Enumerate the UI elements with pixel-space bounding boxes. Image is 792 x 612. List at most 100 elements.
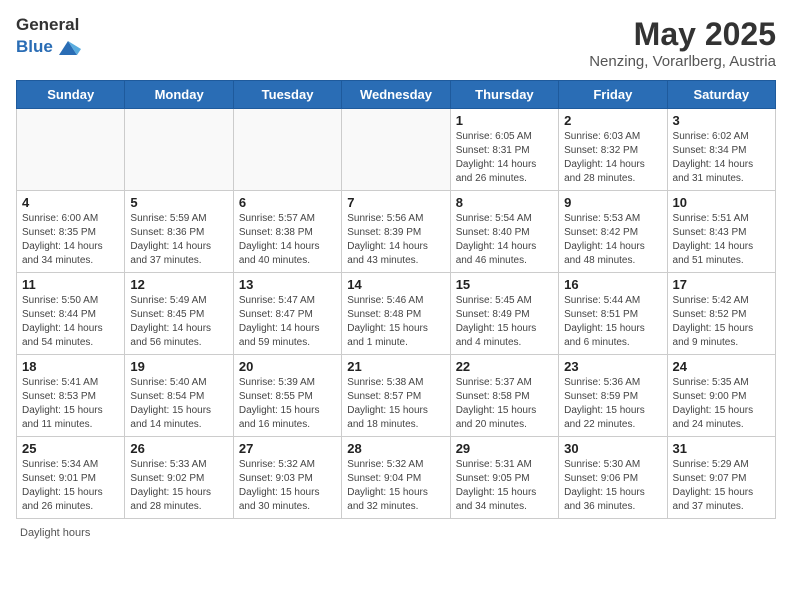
- day-header-friday: Friday: [559, 81, 667, 109]
- calendar-cell: 25 Sunrise: 5:34 AM Sunset: 9:01 PM Dayli…: [17, 437, 125, 519]
- day-info: Sunrise: 5:53 AM Sunset: 8:42 PM Dayligh…: [564, 212, 661, 268]
- day-info: Sunrise: 5:31 AM Sunset: 9:05 PM Dayligh…: [456, 458, 553, 514]
- calendar-cell: 2Sunrise: 6:03 AM Sunset: 8:32 PM Daylig…: [559, 109, 667, 191]
- day-number: 18: [22, 359, 119, 374]
- day-number: 28: [347, 441, 444, 456]
- calendar-cell: [17, 109, 125, 191]
- day-number: 20: [239, 359, 336, 374]
- calendar-cell: 30 Sunrise: 5:30 AM Sunset: 9:06 PM Dayli…: [559, 437, 667, 519]
- day-info: Sunrise: 5:35 AM Sunset: 9:00 PM Dayligh…: [673, 376, 770, 432]
- day-info: Sunrise: 5:45 AM Sunset: 8:49 PM Dayligh…: [456, 294, 553, 350]
- logo: General Blue: [16, 16, 81, 61]
- day-number: 1: [456, 113, 553, 128]
- day-number: 13: [239, 277, 336, 292]
- day-number: 4: [22, 195, 119, 210]
- calendar-cell: [233, 109, 341, 191]
- day-number: 12: [130, 277, 227, 292]
- calendar-cell: 10Sunrise: 5:51 AM Sunset: 8:43 PM Dayli…: [667, 191, 775, 273]
- day-number: 17: [673, 277, 770, 292]
- calendar-footer: Daylight hours: [16, 527, 776, 539]
- calendar-cell: 17 Sunrise: 5:42 AM Sunset: 8:52 PM Dayli…: [667, 273, 775, 355]
- day-info: Sunrise: 5:56 AM Sunset: 8:39 PM Dayligh…: [347, 212, 444, 268]
- calendar-cell: 18 Sunrise: 5:41 AM Sunset: 8:53 PM Dayli…: [17, 355, 125, 437]
- calendar-cell: 20Sunrise: 5:39 AM Sunset: 8:55 PM Dayli…: [233, 355, 341, 437]
- day-header-monday: Monday: [125, 81, 233, 109]
- day-number: 22: [456, 359, 553, 374]
- calendar-cell: 23 Sunrise: 5:36 AM Sunset: 8:59 PM Dayli…: [559, 355, 667, 437]
- calendar-cell: [125, 109, 233, 191]
- day-number: 23: [564, 359, 661, 374]
- day-info: Sunrise: 5:59 AM Sunset: 8:36 PM Dayligh…: [130, 212, 227, 268]
- page-header: General Blue May 2025 Nenzing, Vorarlber…: [16, 16, 776, 70]
- day-number: 3: [673, 113, 770, 128]
- day-info: Sunrise: 6:05 AM Sunset: 8:31 PM Dayligh…: [456, 130, 553, 186]
- calendar-cell: 21 Sunrise: 5:38 AM Sunset: 8:57 PM Dayli…: [342, 355, 450, 437]
- calendar-cell: 13 Sunrise: 5:47 AM Sunset: 8:47 PM Dayli…: [233, 273, 341, 355]
- calendar-cell: 28Sunrise: 5:32 AM Sunset: 9:04 PM Dayli…: [342, 437, 450, 519]
- calendar-cell: 3 Sunrise: 6:02 AM Sunset: 8:34 PM Daylig…: [667, 109, 775, 191]
- calendar-cell: 24 Sunrise: 5:35 AM Sunset: 9:00 PM Dayli…: [667, 355, 775, 437]
- calendar-cell: 7 Sunrise: 5:56 AM Sunset: 8:39 PM Daylig…: [342, 191, 450, 273]
- logo-general-text: General: [16, 16, 81, 35]
- day-info: Sunrise: 5:38 AM Sunset: 8:57 PM Dayligh…: [347, 376, 444, 432]
- calendar-cell: 11 Sunrise: 5:50 AM Sunset: 8:44 PM Dayli…: [17, 273, 125, 355]
- calendar-cell: 16Sunrise: 5:44 AM Sunset: 8:51 PM Dayli…: [559, 273, 667, 355]
- month-title: May 2025: [589, 16, 776, 53]
- calendar-cell: 12 Sunrise: 5:49 AM Sunset: 8:45 PM Dayli…: [125, 273, 233, 355]
- day-number: 30: [564, 441, 661, 456]
- calendar-cell: 1 Sunrise: 6:05 AM Sunset: 8:31 PM Daylig…: [450, 109, 558, 191]
- daylight-hours-label: Daylight hours: [20, 527, 90, 539]
- calendar-header-row: SundayMondayTuesdayWednesdayThursdayFrid…: [17, 81, 776, 109]
- day-info: Sunrise: 5:30 AM Sunset: 9:06 PM Dayligh…: [564, 458, 661, 514]
- week-row-2: 4 Sunrise: 6:00 AM Sunset: 8:35 PM Daylig…: [17, 191, 776, 273]
- day-header-thursday: Thursday: [450, 81, 558, 109]
- logo-icon: [55, 35, 81, 61]
- day-header-wednesday: Wednesday: [342, 81, 450, 109]
- day-number: 21: [347, 359, 444, 374]
- day-number: 10: [673, 195, 770, 210]
- day-number: 6: [239, 195, 336, 210]
- day-info: Sunrise: 5:40 AM Sunset: 8:54 PM Dayligh…: [130, 376, 227, 432]
- day-header-tuesday: Tuesday: [233, 81, 341, 109]
- day-number: 9: [564, 195, 661, 210]
- day-info: Sunrise: 5:36 AM Sunset: 8:59 PM Dayligh…: [564, 376, 661, 432]
- day-info: Sunrise: 5:54 AM Sunset: 8:40 PM Dayligh…: [456, 212, 553, 268]
- logo-blue-text: Blue: [16, 38, 53, 57]
- day-number: 5: [130, 195, 227, 210]
- day-info: Sunrise: 5:44 AM Sunset: 8:51 PM Dayligh…: [564, 294, 661, 350]
- day-info: Sunrise: 5:49 AM Sunset: 8:45 PM Dayligh…: [130, 294, 227, 350]
- day-info: Sunrise: 5:32 AM Sunset: 9:03 PM Dayligh…: [239, 458, 336, 514]
- week-row-5: 25 Sunrise: 5:34 AM Sunset: 9:01 PM Dayli…: [17, 437, 776, 519]
- calendar-cell: [342, 109, 450, 191]
- location-subtitle: Nenzing, Vorarlberg, Austria: [589, 53, 776, 70]
- calendar-cell: 31Sunrise: 5:29 AM Sunset: 9:07 PM Dayli…: [667, 437, 775, 519]
- day-info: Sunrise: 5:46 AM Sunset: 8:48 PM Dayligh…: [347, 294, 444, 350]
- day-info: Sunrise: 6:00 AM Sunset: 8:35 PM Dayligh…: [22, 212, 119, 268]
- day-info: Sunrise: 5:42 AM Sunset: 8:52 PM Dayligh…: [673, 294, 770, 350]
- calendar-cell: 14Sunrise: 5:46 AM Sunset: 8:48 PM Dayli…: [342, 273, 450, 355]
- day-number: 29: [456, 441, 553, 456]
- day-info: Sunrise: 5:50 AM Sunset: 8:44 PM Dayligh…: [22, 294, 119, 350]
- day-info: Sunrise: 5:33 AM Sunset: 9:02 PM Dayligh…: [130, 458, 227, 514]
- day-number: 27: [239, 441, 336, 456]
- day-info: Sunrise: 5:57 AM Sunset: 8:38 PM Dayligh…: [239, 212, 336, 268]
- day-info: Sunrise: 5:41 AM Sunset: 8:53 PM Dayligh…: [22, 376, 119, 432]
- calendar-cell: 5 Sunrise: 5:59 AM Sunset: 8:36 PM Daylig…: [125, 191, 233, 273]
- day-number: 11: [22, 277, 119, 292]
- calendar-cell: 26Sunrise: 5:33 AM Sunset: 9:02 PM Dayli…: [125, 437, 233, 519]
- day-header-saturday: Saturday: [667, 81, 775, 109]
- day-number: 24: [673, 359, 770, 374]
- week-row-1: 1 Sunrise: 6:05 AM Sunset: 8:31 PM Daylig…: [17, 109, 776, 191]
- day-number: 15: [456, 277, 553, 292]
- day-info: Sunrise: 5:29 AM Sunset: 9:07 PM Dayligh…: [673, 458, 770, 514]
- day-number: 7: [347, 195, 444, 210]
- day-info: Sunrise: 6:02 AM Sunset: 8:34 PM Dayligh…: [673, 130, 770, 186]
- day-number: 25: [22, 441, 119, 456]
- calendar-cell: 4 Sunrise: 6:00 AM Sunset: 8:35 PM Daylig…: [17, 191, 125, 273]
- day-number: 19: [130, 359, 227, 374]
- day-info: Sunrise: 5:47 AM Sunset: 8:47 PM Dayligh…: [239, 294, 336, 350]
- day-info: Sunrise: 6:03 AM Sunset: 8:32 PM Dayligh…: [564, 130, 661, 186]
- calendar-table: SundayMondayTuesdayWednesdayThursdayFrid…: [16, 80, 776, 519]
- day-header-sunday: Sunday: [17, 81, 125, 109]
- day-info: Sunrise: 5:34 AM Sunset: 9:01 PM Dayligh…: [22, 458, 119, 514]
